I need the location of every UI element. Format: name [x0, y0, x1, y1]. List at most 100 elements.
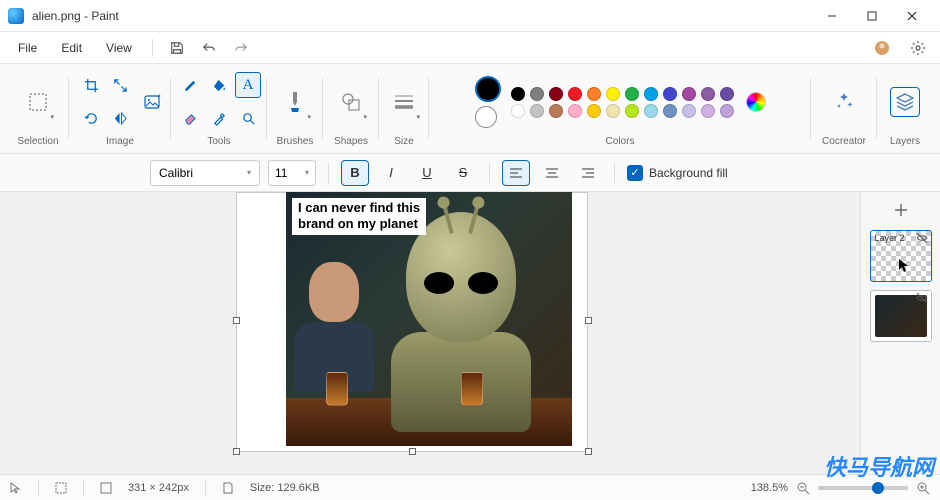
group-colors: Colors: [432, 68, 808, 149]
handle-br[interactable]: [585, 448, 592, 455]
zoom-slider[interactable]: [818, 486, 908, 490]
font-selector[interactable]: Calibri▾: [150, 160, 260, 186]
flip-tool[interactable]: [107, 106, 133, 132]
color-swatch[interactable]: [549, 87, 563, 101]
canvas-area[interactable]: I can never find this brand on my planet: [0, 192, 860, 474]
font-size-selector[interactable]: 11▾: [268, 160, 316, 186]
color-palette: [511, 87, 736, 118]
layer-item-1[interactable]: [870, 290, 932, 342]
canvas-dimensions: 331 × 242px: [128, 482, 189, 494]
visibility-icon[interactable]: [916, 292, 930, 306]
brushes-label: Brushes: [277, 136, 314, 147]
handle-right[interactable]: [585, 317, 592, 324]
handle-bottom[interactable]: [409, 448, 416, 455]
strikethrough-button[interactable]: S: [449, 160, 477, 186]
menu-view[interactable]: View: [96, 37, 142, 59]
color-swatch[interactable]: [587, 104, 601, 118]
color-swatch[interactable]: [625, 104, 639, 118]
visibility-icon[interactable]: [916, 232, 930, 246]
color-swatch[interactable]: [606, 104, 620, 118]
edit-colors-icon[interactable]: [746, 92, 766, 112]
handle-bl[interactable]: [233, 448, 240, 455]
image-label: Image: [106, 136, 134, 147]
underline-button[interactable]: U: [413, 160, 441, 186]
resize-tool[interactable]: [107, 72, 133, 98]
color-swatch[interactable]: [663, 104, 677, 118]
text-line-2: brand on my planet: [298, 216, 420, 232]
settings-icon[interactable]: [904, 34, 932, 62]
account-icon[interactable]: [868, 34, 896, 62]
undo-icon[interactable]: [195, 34, 223, 62]
bold-button[interactable]: B: [341, 160, 369, 186]
color-swatch[interactable]: [511, 87, 525, 101]
maximize-button[interactable]: [852, 0, 892, 32]
crop-tool[interactable]: [78, 72, 104, 98]
color-swatch[interactable]: [530, 87, 544, 101]
zoom-out-button[interactable]: [796, 481, 810, 495]
pencil-tool[interactable]: [177, 72, 203, 98]
file-size-icon: [222, 482, 234, 494]
layers-button[interactable]: [890, 87, 920, 117]
background-fill-toggle[interactable]: ✓ Background fill: [627, 165, 728, 181]
align-right-button[interactable]: [574, 160, 602, 186]
shapes-tool[interactable]: ▾: [334, 82, 368, 122]
menu-edit[interactable]: Edit: [51, 37, 92, 59]
checkbox-icon: ✓: [627, 165, 643, 181]
workspace: I can never find this brand on my planet…: [0, 192, 940, 474]
picker-tool[interactable]: [206, 106, 232, 132]
color-swatch[interactable]: [701, 87, 715, 101]
color-swatch[interactable]: [663, 87, 677, 101]
add-layer-button[interactable]: [889, 198, 913, 222]
align-left-button[interactable]: [502, 160, 530, 186]
save-icon[interactable]: [163, 34, 191, 62]
color-swatch[interactable]: [644, 87, 658, 101]
color-swatch[interactable]: [644, 104, 658, 118]
ribbon: ▾ Selection Image A Tools ▾ Brushes ▾ Sh…: [0, 64, 940, 154]
minimize-button[interactable]: [812, 0, 852, 32]
layer-item-2[interactable]: Layer 2: [870, 230, 932, 282]
color-swatch[interactable]: [625, 87, 639, 101]
align-center-button[interactable]: [538, 160, 566, 186]
rotate-tool[interactable]: [78, 106, 104, 132]
color-swatch[interactable]: [720, 87, 734, 101]
text-overlay[interactable]: I can never find this brand on my planet: [292, 198, 426, 235]
color-swatch[interactable]: [606, 87, 620, 101]
color-swatch[interactable]: [587, 87, 601, 101]
close-button[interactable]: [892, 0, 932, 32]
select-tool[interactable]: ▾: [21, 82, 55, 122]
app-icon: [8, 8, 24, 24]
size-label: Size: [394, 136, 413, 147]
color-swatch[interactable]: [568, 87, 582, 101]
text-tool[interactable]: A: [235, 72, 261, 98]
primary-color[interactable]: [475, 76, 501, 102]
brush-tool[interactable]: ▾: [278, 82, 312, 122]
ai-tool[interactable]: [136, 82, 170, 122]
group-brushes: ▾ Brushes: [270, 68, 320, 149]
secondary-color[interactable]: [475, 106, 497, 128]
group-image: Image: [72, 68, 168, 149]
color-swatch[interactable]: [549, 104, 563, 118]
zoom-in-button[interactable]: [916, 481, 930, 495]
menu-file[interactable]: File: [8, 37, 47, 59]
text-toolbar: Calibri▾ 11▾ B I U S ✓ Background fill: [0, 154, 940, 192]
size-tool[interactable]: ▾: [387, 82, 421, 122]
cocreator-button[interactable]: [829, 87, 859, 117]
italic-button[interactable]: I: [377, 160, 405, 186]
layers-panel: Layer 2: [860, 192, 940, 474]
fill-tool[interactable]: [206, 72, 232, 98]
color-swatch[interactable]: [530, 104, 544, 118]
redo-icon[interactable]: [227, 34, 255, 62]
group-shapes: ▾ Shapes: [326, 68, 376, 149]
color-swatch[interactable]: [568, 104, 582, 118]
eraser-tool[interactable]: [177, 106, 203, 132]
color-swatch[interactable]: [682, 87, 696, 101]
color-swatch[interactable]: [682, 104, 696, 118]
selection-size-icon: [55, 482, 67, 494]
canvas-size-icon: [100, 482, 112, 494]
color-swatch[interactable]: [511, 104, 525, 118]
color-swatch[interactable]: [701, 104, 715, 118]
color-swatch[interactable]: [720, 104, 734, 118]
file-size: Size: 129.6KB: [250, 482, 320, 494]
handle-left[interactable]: [233, 317, 240, 324]
magnify-tool[interactable]: [235, 106, 261, 132]
